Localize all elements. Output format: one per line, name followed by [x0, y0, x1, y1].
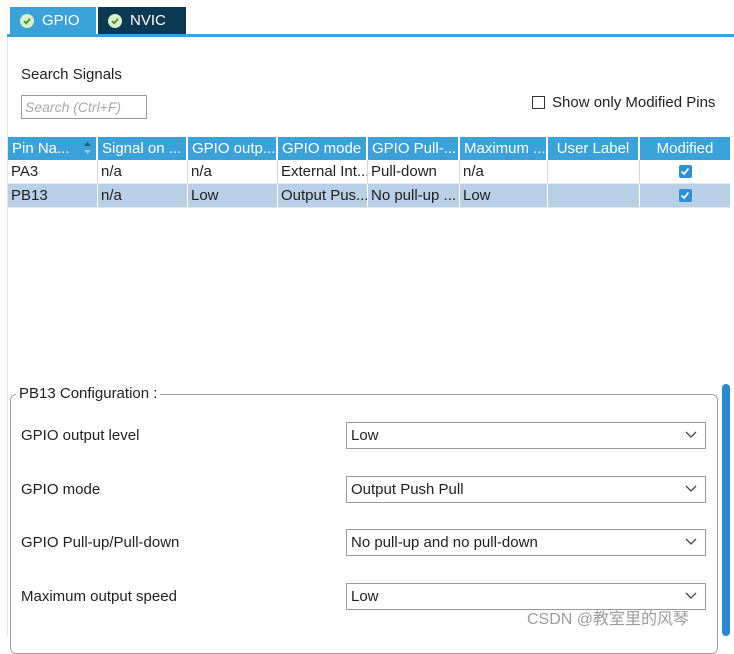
max-output-speed-label: Maximum output speed: [21, 588, 177, 605]
cell-mode: External Int...: [278, 160, 368, 183]
column-header-signal[interactable]: Signal on ...: [98, 137, 188, 160]
chevron-down-icon: [685, 538, 697, 545]
tab-bar: GPIO NVIC: [0, 0, 734, 36]
table-header: Pin Na... Signal on ... GPIO outp... GPI…: [8, 137, 730, 160]
modified-checkbox: [678, 165, 692, 178]
gpio-pull-select[interactable]: No pull-up and no pull-down: [346, 529, 706, 556]
gpio-mode-select[interactable]: Output Push Pull: [346, 476, 706, 503]
cell-pull: Pull-down: [368, 160, 460, 183]
cell-pull: No pull-up ...: [368, 184, 460, 207]
chevron-down-icon: [685, 485, 697, 492]
pin-table: Pin Na... Signal on ... GPIO outp... GPI…: [8, 137, 730, 208]
column-header-user-label[interactable]: User Label: [548, 137, 640, 160]
watermark: CSDN @教室里的风琴: [527, 611, 690, 628]
cell-signal: n/a: [98, 184, 188, 207]
gpio-output-level-label: GPIO output level: [21, 427, 140, 444]
cell-user-label[interactable]: [548, 160, 640, 183]
tab-nvic-label: NVIC: [130, 12, 166, 29]
check-circle-icon: [108, 13, 122, 28]
cell-signal: n/a: [98, 160, 188, 183]
column-header-modified[interactable]: Modified: [640, 137, 730, 160]
vertical-scrollbar[interactable]: [722, 384, 730, 636]
table-row[interactable]: PA3 n/a n/a External Int... Pull-down n/…: [8, 160, 730, 184]
cell-pin: PB13: [8, 184, 98, 207]
configuration-title: PB13 Configuration :: [16, 385, 161, 402]
table-row[interactable]: PB13 n/a Low Output Pus... No pull-up ..…: [8, 184, 730, 208]
gpio-pull-label: GPIO Pull-up/Pull-down: [21, 534, 180, 551]
chevron-down-icon: [685, 592, 697, 599]
gpio-output-level-select[interactable]: Low: [346, 422, 706, 449]
cell-output: Low: [188, 184, 278, 207]
tab-underline: [7, 34, 734, 37]
tab-nvic[interactable]: NVIC: [98, 7, 186, 34]
show-modified-label: Show only Modified Pins: [552, 94, 716, 111]
chevron-down-icon: [685, 431, 697, 438]
column-header-gpio-pull[interactable]: GPIO Pull-...: [368, 137, 460, 160]
modified-checkbox: [678, 189, 692, 202]
search-signals-label: Search Signals: [21, 66, 122, 83]
cell-speed: n/a: [460, 160, 548, 183]
column-header-gpio-mode[interactable]: GPIO mode: [278, 137, 368, 160]
tab-gpio[interactable]: GPIO: [10, 7, 96, 34]
cell-speed: Low: [460, 184, 548, 207]
column-header-max-speed[interactable]: Maximum ...: [460, 137, 548, 160]
tab-gpio-label: GPIO: [42, 12, 80, 29]
check-circle-icon: [20, 13, 34, 28]
cell-modified: [640, 184, 730, 207]
search-input[interactable]: [21, 95, 147, 119]
cell-output: n/a: [188, 160, 278, 183]
panel-border: [7, 37, 8, 636]
cell-pin: PA3: [8, 160, 98, 183]
show-modified-checkbox[interactable]: [532, 96, 545, 109]
cell-modified: [640, 160, 730, 183]
column-header-gpio-output[interactable]: GPIO outp...: [188, 137, 278, 160]
cell-user-label[interactable]: [548, 184, 640, 207]
cell-mode: Output Pus...: [278, 184, 368, 207]
column-header-pin-name[interactable]: Pin Na...: [8, 137, 98, 160]
sort-icon: [84, 142, 91, 154]
gpio-mode-label: GPIO mode: [21, 481, 101, 498]
show-modified-pins-toggle[interactable]: Show only Modified Pins: [532, 94, 715, 111]
